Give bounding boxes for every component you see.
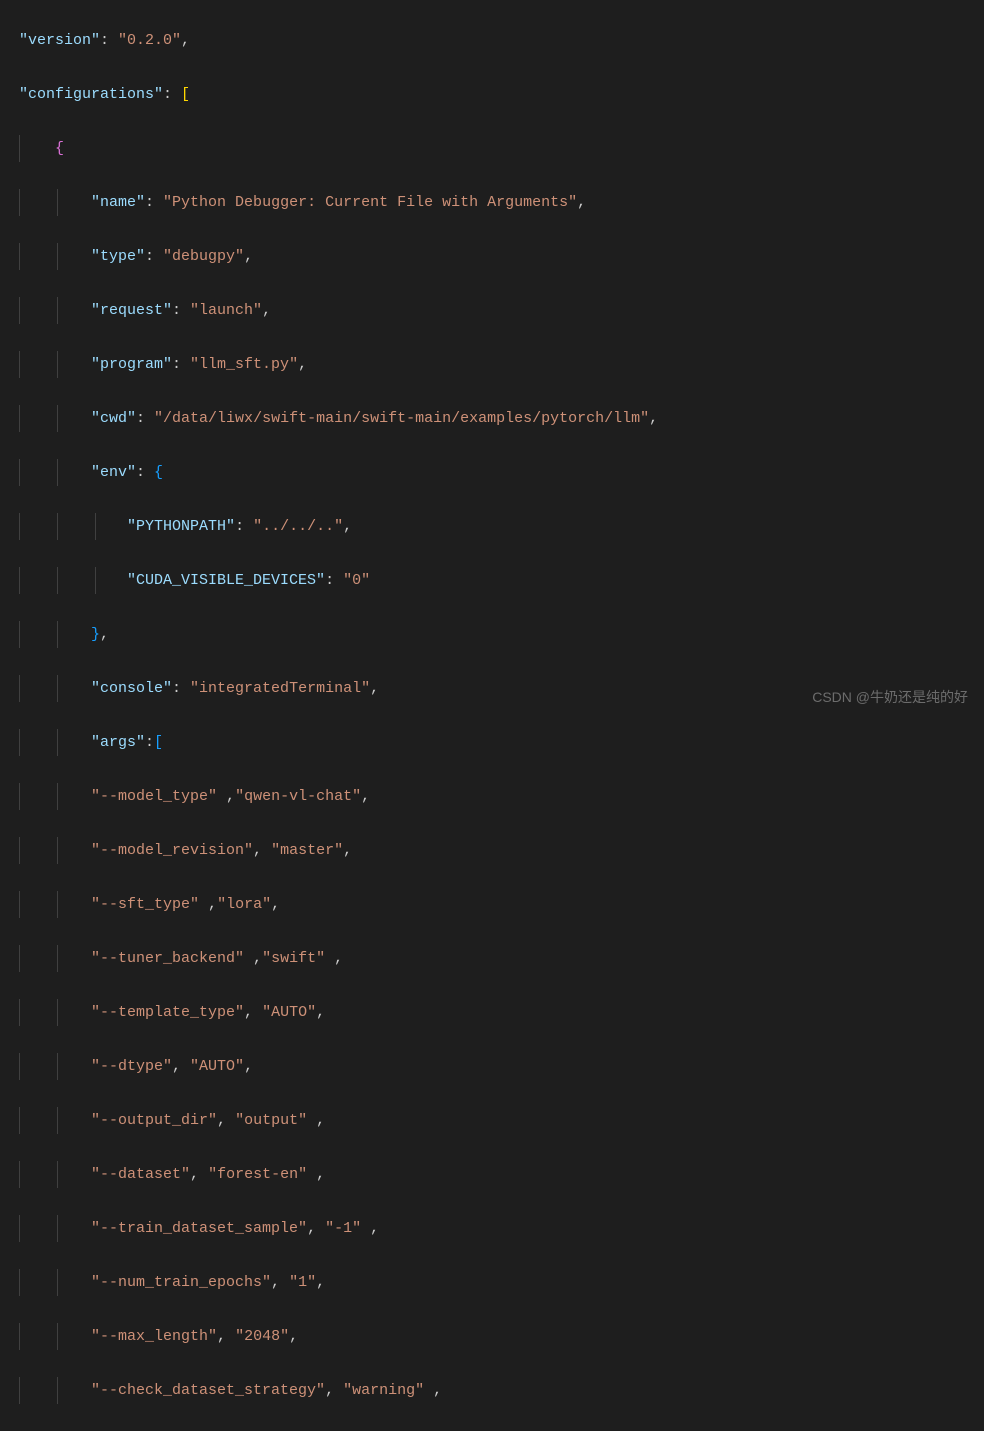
code-line: "cwd": "/data/liwx/swift-main/swift-main…: [19, 405, 984, 432]
code-line: "name": "Python Debugger: Current File w…: [19, 189, 984, 216]
code-line: "program": "llm_sft.py",: [19, 351, 984, 378]
code-line: },: [19, 621, 984, 648]
code-line: "request": "launch",: [19, 297, 984, 324]
code-line: "--dataset", "forest-en" ,: [19, 1161, 984, 1188]
code-line: "env": {: [19, 459, 984, 486]
code-line: "--output_dir", "output" ,: [19, 1107, 984, 1134]
code-line: "--dtype", "AUTO",: [19, 1053, 984, 1080]
code-line: "--model_revision", "master",: [19, 837, 984, 864]
code-line: "--check_dataset_strategy", "warning" ,: [19, 1377, 984, 1404]
code-line: "--template_type", "AUTO",: [19, 999, 984, 1026]
code-line: "--model_type" ,"qwen-vl-chat",: [19, 783, 984, 810]
code-line: "configurations": [: [19, 81, 984, 108]
watermark-text: CSDN @牛奶还是纯的好: [812, 684, 968, 711]
code-line: "--train_dataset_sample", "-1" ,: [19, 1215, 984, 1242]
code-line: "CUDA_VISIBLE_DEVICES": "0": [19, 567, 984, 594]
code-line: "PYTHONPATH": "../../..",: [19, 513, 984, 540]
code-line: "args":[: [19, 729, 984, 756]
code-editor[interactable]: "version": "0.2.0", "configurations": [ …: [0, 0, 984, 1431]
code-line: "--max_length", "2048",: [19, 1323, 984, 1350]
code-line: "--num_train_epochs", "1",: [19, 1269, 984, 1296]
code-line: "type": "debugpy",: [19, 243, 984, 270]
code-line: "--tuner_backend" ,"swift" ,: [19, 945, 984, 972]
code-line: "--sft_type" ,"lora",: [19, 891, 984, 918]
code-line: {: [19, 135, 984, 162]
code-line: "version": "0.2.0",: [19, 27, 984, 54]
